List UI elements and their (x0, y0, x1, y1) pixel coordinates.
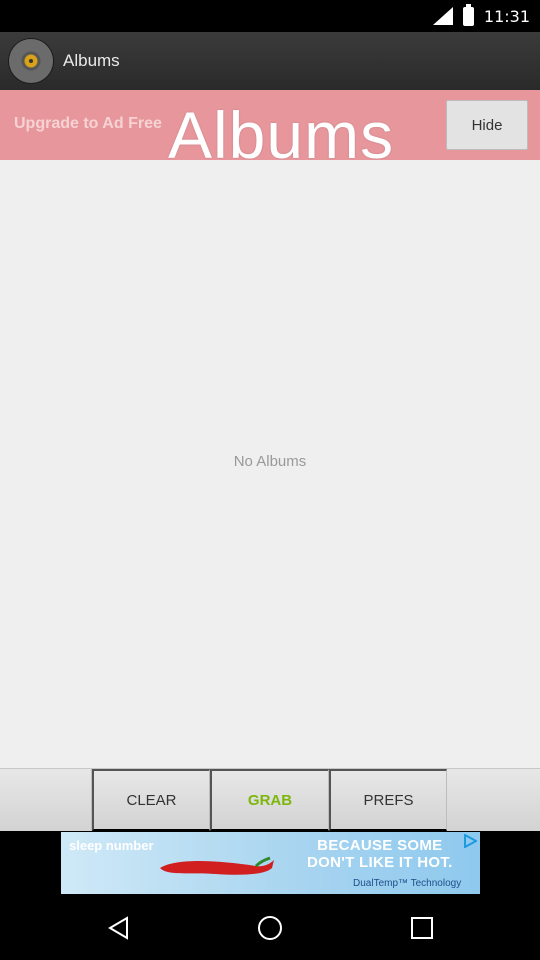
signal-icon (432, 7, 453, 25)
back-icon[interactable] (106, 915, 132, 941)
ad-subtext: DualTemp™ Technology (353, 878, 462, 889)
album-list: No Albums (0, 160, 540, 768)
overlay-albums-title: Albums (168, 98, 395, 172)
ad-brand: sleep number (69, 838, 154, 853)
ad-choices-icon[interactable] (463, 834, 477, 848)
clear-button[interactable]: CLEAR (92, 769, 210, 831)
screen: 11:31 Albums Upgrade to Ad Free Hide Alb… (0, 0, 540, 960)
toolbar-blank-right (447, 769, 540, 831)
hide-button[interactable]: Hide (446, 100, 528, 150)
action-bar: Albums (0, 32, 540, 90)
recents-icon[interactable] (409, 915, 435, 941)
ad-bar: sleep number BECAUSE SOME DON'T LIKE IT … (0, 831, 540, 895)
vinyl-record-icon[interactable] (9, 39, 53, 83)
status-time: 11:31 (483, 6, 530, 26)
toolbar-blank-left (0, 769, 92, 831)
ad-headline-line2: DON'T LIKE IT HOT. (307, 854, 453, 871)
navigation-bar (0, 895, 540, 960)
home-icon[interactable] (257, 915, 283, 941)
status-bar: 11:31 (0, 0, 540, 32)
bottom-toolbar: CLEAR GRAB PREFS (0, 768, 540, 831)
chili-pepper-image (160, 856, 274, 875)
grab-button[interactable]: GRAB (210, 769, 329, 831)
ad-headline-line1: BECAUSE SOME (317, 837, 443, 854)
upgrade-label[interactable]: Upgrade to Ad Free (14, 115, 162, 133)
prefs-button[interactable]: PREFS (329, 769, 447, 831)
page-title: Albums (63, 51, 120, 70)
ad-headline: BECAUSE SOME DON'T LIKE IT HOT. (307, 837, 453, 871)
battery-icon (462, 3, 474, 26)
empty-message: No Albums (233, 453, 307, 470)
ad-banner[interactable]: sleep number BECAUSE SOME DON'T LIKE IT … (61, 832, 480, 894)
